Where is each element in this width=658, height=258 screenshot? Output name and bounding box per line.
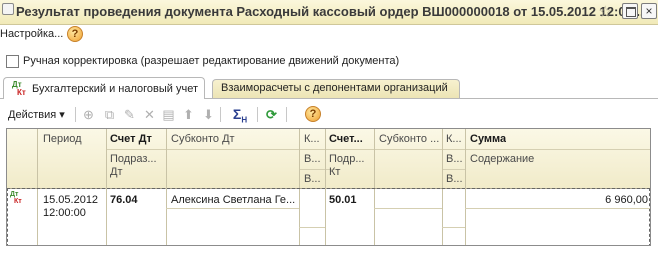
window-menu-icon[interactable]	[2, 3, 14, 15]
row-divider	[465, 208, 650, 209]
header-account-dt[interactable]: Счет Дт	[110, 133, 152, 145]
close-button[interactable]: ×	[641, 3, 657, 19]
window-titlebar: Результат проведения документа Расходный…	[0, 0, 658, 25]
delete-icon[interactable]: ✕	[141, 106, 158, 123]
edit-icon[interactable]: ✎	[121, 106, 138, 123]
move-down-icon[interactable]: ⬇	[200, 106, 217, 123]
header-subconto-kt[interactable]: Субконто ...	[379, 133, 441, 145]
header-subconto-dt[interactable]: Субконто Дт	[171, 133, 235, 145]
settings-button[interactable]: Настройка...	[0, 28, 63, 40]
settings-bar: Настройка... ?	[0, 25, 658, 45]
help-icon[interactable]: ?	[67, 26, 83, 42]
header-account-kt[interactable]: Счет...	[329, 133, 373, 145]
header-value-kt-2[interactable]: В...	[446, 173, 464, 185]
table-toolbar: Действия ▾ ⊕ ⧉ ✎ ✕ ▤ ⬆ ⬇ ΣH ⟳ ?	[0, 104, 658, 126]
header-subdivision-kt[interactable]: Подр... Кт	[329, 153, 373, 179]
row-account-dt: 76.04	[110, 194, 138, 206]
refresh-icon[interactable]: ⟳	[263, 106, 280, 123]
row-sum: 6 960,00	[605, 194, 648, 206]
tab-depositors-label: Взаиморасчеты с депонентами организаций	[221, 82, 448, 94]
add-icon[interactable]: ⊕	[80, 106, 97, 123]
copy-icon[interactable]: ⧉	[101, 106, 118, 123]
chevron-down-icon: ▾	[59, 109, 65, 121]
row-divider	[374, 208, 442, 209]
header-period[interactable]: Период	[43, 133, 82, 145]
row-divider	[166, 208, 299, 209]
header-qty-kt[interactable]: К...	[446, 133, 464, 145]
tab-strip: Дт Кт Бухгалтерский и налоговый учет Взаи…	[3, 77, 658, 99]
header-value-dt-2[interactable]: В...	[304, 173, 324, 185]
toolbar-separator	[75, 107, 76, 122]
header-qty-dt[interactable]: К...	[304, 133, 324, 145]
header-divider	[442, 169, 465, 170]
row-divider	[442, 227, 465, 228]
dt-kt-icon: Дт Кт	[12, 80, 26, 97]
row-period: 15.05.2012 12:00:00	[43, 194, 99, 219]
tab-accounting-label: Бухгалтерский и налоговый учет	[32, 82, 199, 95]
actions-menu-button[interactable]: Действия ▾	[8, 108, 65, 121]
maximize-button[interactable]	[622, 3, 638, 19]
move-up-icon[interactable]: ⬆	[180, 106, 197, 123]
row-divider	[299, 227, 325, 228]
header-divider	[107, 149, 650, 150]
manual-edit-checkbox[interactable]	[6, 55, 19, 68]
toolbar-separator	[257, 107, 258, 122]
favorite-star-icon[interactable]: ☆	[598, 2, 612, 22]
sum-icon[interactable]: ΣH	[226, 106, 254, 125]
post-icon[interactable]: ▤	[160, 106, 177, 123]
row-subconto-dt: Алексина Светлана Ге...	[171, 194, 296, 206]
row-account-kt: 50.01	[329, 194, 357, 206]
toolbar-separator	[286, 107, 287, 122]
tab-accounting[interactable]: Дт Кт Бухгалтерский и налоговый учет	[3, 77, 205, 99]
header-subdivision-dt[interactable]: Подраз... Дт	[110, 153, 164, 179]
header-value-dt-1[interactable]: В...	[304, 153, 324, 165]
header-sum[interactable]: Сумма	[470, 133, 506, 145]
postings-table: Период Счет Дт Субконто Дт К... Счет... …	[6, 128, 651, 246]
header-content[interactable]: Содержание	[470, 153, 534, 165]
window-title: Результат проведения документа Расходный…	[16, 4, 644, 19]
help-icon[interactable]: ?	[305, 106, 321, 122]
header-value-kt-1[interactable]: В...	[446, 153, 464, 165]
tab-depositors[interactable]: Взаиморасчеты с депонентами организаций	[212, 79, 460, 98]
manual-edit-label[interactable]: Ручная корректировка (разрешает редактир…	[23, 55, 399, 67]
toolbar-separator	[220, 107, 221, 122]
dt-kt-icon: Дт Кт	[10, 191, 22, 205]
